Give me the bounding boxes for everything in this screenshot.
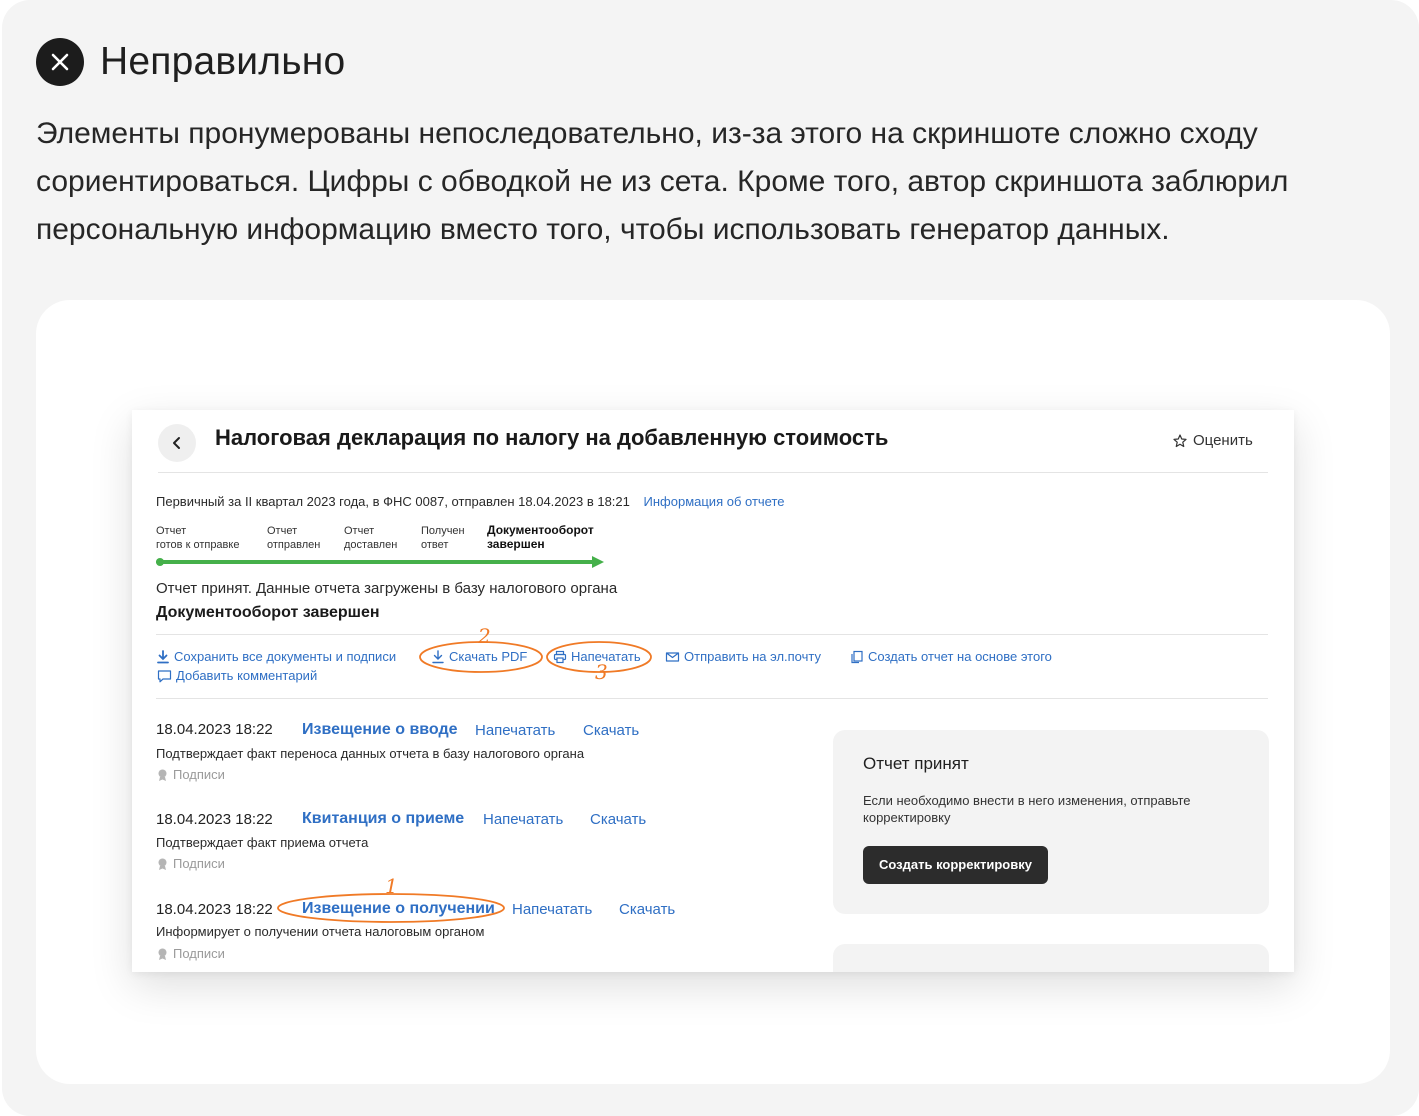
annotation-number-1: 1 [385, 874, 398, 898]
close-icon [36, 38, 84, 86]
example-heading: Неправильно [36, 38, 345, 86]
example-title: Неправильно [100, 40, 346, 83]
annotation-overlay [277, 641, 652, 923]
example-description: Элементы пронумерованы непоследовательно… [36, 117, 1289, 246]
annotation-number-2: 2 [478, 624, 491, 648]
annotation-number-3: 3 [595, 660, 608, 684]
report-screenshot: Налоговая декларация по налогу на добавл… [132, 410, 1294, 972]
example-panel: Неправильно Элементы пронумерованы непос… [2, 0, 1419, 1116]
